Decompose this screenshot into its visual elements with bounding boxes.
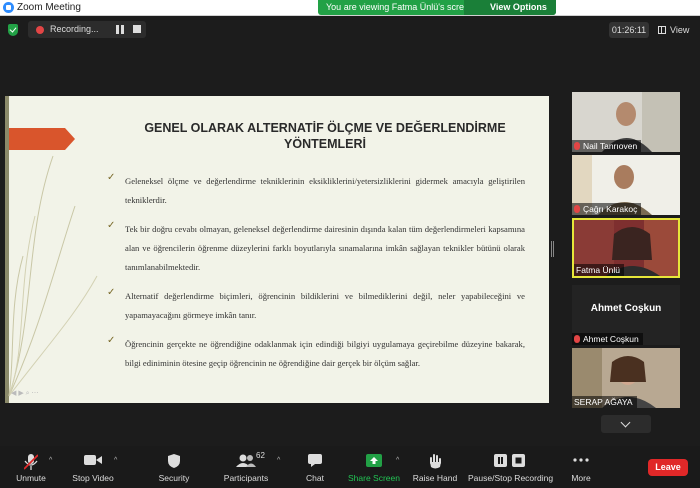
checkmark-icon: ✓ [107,335,116,346]
window-title: Zoom Meeting [17,2,81,13]
slide-title-line2: YÖNTEMLERİ [284,137,366,151]
shield-icon [168,454,180,468]
meeting-timer: 01:26:11 [609,22,649,38]
participant-name: Ahmet Coşkun [583,334,639,344]
slide-bullet-text: Geleneksel ölçme ve değerlendirme teknik… [125,176,525,205]
participant-tile[interactable]: Ahmet Coşkun Ahmet Coşkun [572,285,680,345]
participant-name: SERAP AĞAYA [574,397,633,407]
slide-bullet: ✓ Alternatif değerlendirme biçimleri, öğ… [105,287,525,325]
video-camera-icon [84,455,102,465]
mic-muted-icon [24,454,38,470]
chat-button[interactable]: Chat [298,446,332,488]
raise-hand-label: Raise Hand [412,473,458,483]
share-screen-icon [366,454,382,467]
meeting-area: Recording... 01:26:11 View GENEL OLARAK … [0,16,700,446]
meeting-toolbar: Unmute ^ Stop Video ^ Security 62 Partic… [0,446,700,488]
chat-bubble-icon [308,454,322,467]
participant-tile[interactable]: SERAP AĞAYA [572,348,680,408]
participants-options-caret[interactable]: ^ [277,457,280,464]
video-options-caret[interactable]: ^ [114,457,117,464]
participants-button[interactable]: 62 Participants [218,446,274,488]
pause-recording-icon[interactable] [116,25,125,34]
more-dots-icon [573,458,589,462]
checkmark-icon: ✓ [107,172,116,183]
security-shield-icon[interactable] [8,24,18,36]
viewing-screen-banner: You are viewing Fatma Ünlü's screen View… [318,0,556,22]
participants-icon [236,454,256,467]
shared-screen: GENEL OLARAK ALTERNATİF ÖLÇME VE DEĞERLE… [5,96,549,403]
participant-nameplate: Çağrı Karakoç [572,203,642,215]
leave-button[interactable]: Leave [648,459,688,476]
slide-title: GENEL OLARAK ALTERNATİF ÖLÇME VE DEĞERLE… [115,120,535,152]
share-options-caret[interactable]: ^ [396,457,399,464]
slide-bullet: ✓ Geleneksel ölçme ve değerlendirme tekn… [105,172,525,210]
participant-tile-active-speaker[interactable]: Fatma Ünlü [572,218,680,278]
pause-stop-recording-label: Pause/Stop Recording [468,473,554,483]
participant-tile[interactable]: Nail Tanrıoven [572,92,680,152]
recording-dot-icon [36,26,44,34]
participant-nameplate: Ahmet Coşkun [572,333,643,345]
more-button[interactable]: More [564,446,598,488]
view-label: View [670,25,690,35]
slide-decoration [5,96,98,403]
stop-recording-icon[interactable] [133,25,141,33]
slide-bullet: ✓ Tek bir doğru cevabı olmayan, geleneks… [105,220,525,277]
pause-stop-recording-button[interactable]: Pause/Stop Recording [468,446,554,488]
slide-nav-controls[interactable]: ◀ ▶ ⌕ ⋯ [11,389,39,398]
share-screen-button[interactable]: Share Screen [346,446,402,488]
participants-count: 62 [256,451,265,460]
stop-video-button[interactable]: Stop Video [68,446,118,488]
slide-bullet-text: Öğrencinin gerçekte ne öğrendiğine odakl… [125,339,525,368]
view-button[interactable]: View [656,22,694,38]
unmute-label: Unmute [16,473,46,483]
participants-label: Participants [223,473,269,483]
checkmark-icon: ✓ [107,220,116,231]
audio-options-caret[interactable]: ^ [49,457,52,464]
pause-stop-icons [494,454,525,467]
participant-nameplate: Fatma Ünlü [574,264,624,276]
mic-off-icon [574,205,580,213]
view-options-button[interactable]: View Options ⌄ [464,0,556,22]
slide-bullet-text: Alternatif değerlendirme biçimleri, öğre… [125,291,525,320]
participant-tile[interactable]: Çağrı Karakoç [572,155,680,215]
mic-off-icon [574,335,580,343]
participant-name-placeholder: Ahmet Coşkun [590,303,662,314]
slide-bullet-text: Tek bir doğru cevabı olmayan, geleneksel… [125,224,525,272]
recording-label: Recording... [50,24,99,34]
expand-participants-button[interactable] [601,415,651,433]
checkmark-icon: ✓ [107,287,116,298]
zoom-app-icon [3,2,14,13]
unmute-button[interactable]: Unmute [8,446,54,488]
participant-nameplate: SERAP AĞAYA [572,396,637,408]
grid-view-icon [658,26,666,34]
slide-title-line1: GENEL OLARAK ALTERNATİF ÖLÇME VE DEĞERLE… [144,121,506,135]
recording-indicator: Recording... [28,21,146,38]
stop-video-label: Stop Video [72,473,114,483]
view-options-label: View Options [490,2,547,12]
more-label: More [571,473,591,483]
slide-bullet-list: ✓ Geleneksel ölçme ve değerlendirme tekn… [105,172,525,383]
panel-resize-handle[interactable] [551,241,554,257]
participant-name: Fatma Ünlü [576,265,620,275]
security-button[interactable]: Security [152,446,196,488]
participant-name: Nail Tanrıoven [583,141,638,151]
viewing-screen-text: You are viewing Fatma Ünlü's screen [326,2,474,12]
participant-nameplate: Nail Tanrıoven [572,140,642,152]
participant-name: Çağrı Karakoç [583,204,638,214]
slide-bullet: ✓ Öğrencinin gerçekte ne öğrendiğine oda… [105,335,525,373]
security-label: Security [158,473,190,483]
mic-off-icon [574,142,580,150]
chat-label: Chat [306,473,324,483]
raise-hand-button[interactable]: Raise Hand [410,446,460,488]
raised-hand-icon [430,454,441,469]
share-screen-label: Share Screen [348,473,400,483]
